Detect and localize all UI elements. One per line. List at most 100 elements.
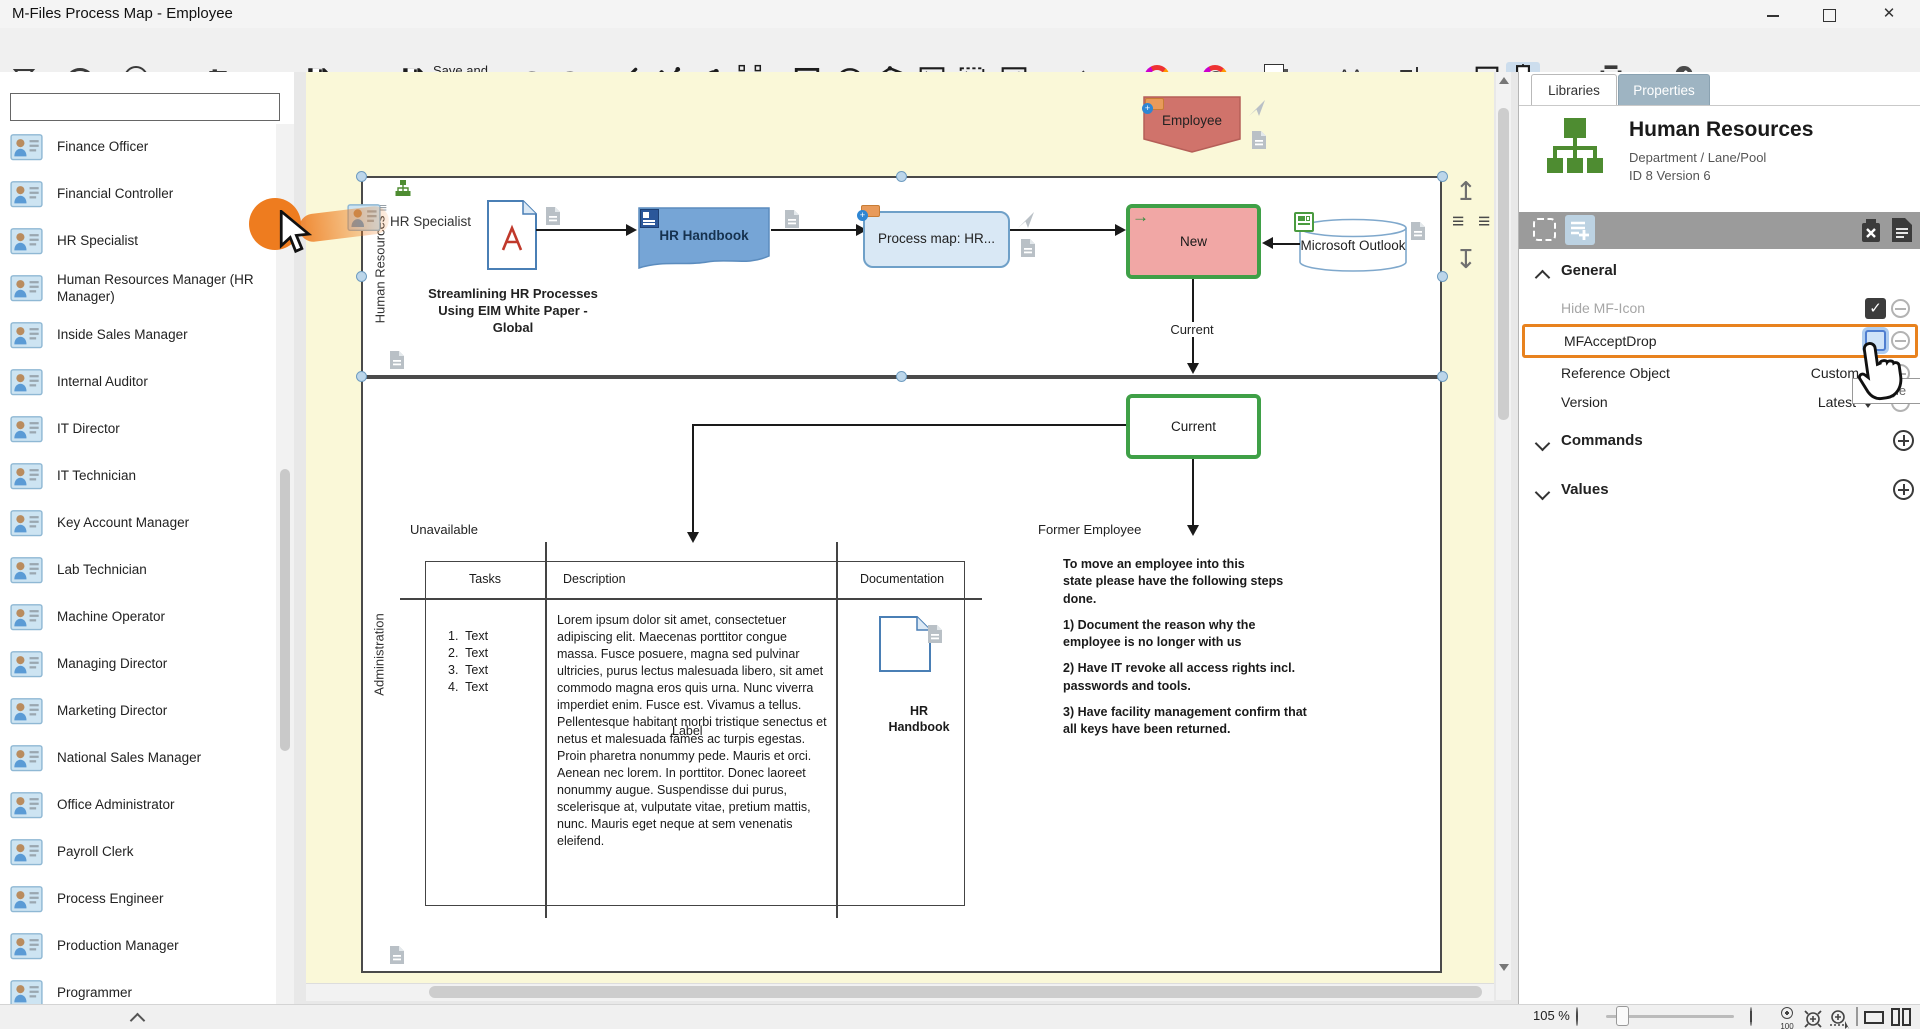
list-item[interactable]: Finance Officer bbox=[0, 124, 276, 171]
new-state-shape[interactable]: New → bbox=[1126, 204, 1261, 279]
document-indicator-icon[interactable] bbox=[1251, 130, 1267, 155]
single-page-view-icon[interactable] bbox=[1864, 1011, 1884, 1024]
expand-commands-icon[interactable] bbox=[1535, 436, 1551, 452]
hr-handbook-doc-shape[interactable] bbox=[879, 616, 931, 677]
scroll-down-icon[interactable] bbox=[1499, 964, 1509, 971]
align-top-icon[interactable]: ↥ bbox=[1455, 176, 1477, 207]
sidebar-scrollbar-thumb[interactable] bbox=[280, 469, 290, 751]
selection-handle[interactable] bbox=[896, 371, 907, 382]
list-item[interactable]: Process Engineer bbox=[0, 876, 276, 923]
canvas-vscrollbar[interactable] bbox=[1496, 72, 1511, 1000]
two-page-view-icon[interactable] bbox=[1891, 1008, 1911, 1029]
outlook-shape[interactable]: Microsoft Outlook bbox=[1298, 218, 1408, 277]
minimize-button[interactable] bbox=[1756, 6, 1790, 24]
word-doc-icon bbox=[640, 209, 659, 228]
role-list: Finance Officer Financial ControllerHR Sp… bbox=[0, 124, 276, 1004]
list-item[interactable]: Lab Technician bbox=[0, 547, 276, 594]
list-item[interactable]: Office Administrator bbox=[0, 782, 276, 829]
object-id-version: ID 8 Version 6 bbox=[1629, 168, 1711, 183]
status-bar: 105 % 100 bbox=[0, 1004, 1920, 1029]
selection-handle[interactable] bbox=[1437, 171, 1448, 182]
collapse-general-icon[interactable] bbox=[1535, 270, 1551, 286]
list-item[interactable]: Key Account Manager bbox=[0, 500, 276, 547]
list-item[interactable]: HR Specialist bbox=[0, 218, 276, 265]
add-command-button[interactable] bbox=[1893, 430, 1914, 451]
list-item[interactable]: Marketing Director bbox=[0, 688, 276, 735]
table-col-divider bbox=[545, 542, 547, 918]
tasks-list: 1. Text 2. Text 3. Text 4. Text bbox=[448, 628, 488, 696]
align-bottom-icon[interactable]: ↧ bbox=[1455, 244, 1477, 275]
selection-handle[interactable] bbox=[356, 171, 367, 182]
property-value-version[interactable]: Latest bbox=[1719, 394, 1856, 410]
role-label: Managing Director bbox=[57, 656, 167, 673]
goto-arrow-icon[interactable] bbox=[1247, 98, 1267, 123]
current-state-label: Current bbox=[1171, 419, 1216, 434]
current-state-shape[interactable]: Current bbox=[1126, 394, 1261, 459]
distribute-icon[interactable]: ≡ bbox=[1452, 210, 1464, 234]
role-label: Marketing Director bbox=[57, 703, 167, 720]
diagram-canvas[interactable]: Employee + Human Resources ≡ HR Speciali… bbox=[306, 72, 1494, 983]
list-item[interactable]: Internal Auditor bbox=[0, 359, 276, 406]
selection-handle[interactable] bbox=[356, 371, 367, 382]
document-indicator-icon[interactable] bbox=[389, 945, 405, 970]
zoom-in-button[interactable] bbox=[1750, 1007, 1752, 1026]
zoom-slider-thumb[interactable] bbox=[1616, 1006, 1629, 1026]
selection-handle[interactable] bbox=[1437, 371, 1448, 382]
remove-property-button[interactable] bbox=[1891, 299, 1910, 318]
list-item[interactable]: Financial Controller bbox=[0, 171, 276, 218]
select-region-icon[interactable] bbox=[1533, 218, 1556, 241]
distribute-icon[interactable]: ≡ bbox=[1478, 210, 1490, 234]
properties-panel: Libraries Properties Human Resources Dep… bbox=[1518, 72, 1920, 1004]
canvas-hscrollbar-thumb[interactable] bbox=[429, 986, 1482, 998]
tab-properties[interactable]: Properties bbox=[1618, 74, 1710, 105]
scroll-up-icon[interactable] bbox=[1499, 77, 1509, 84]
document-indicator-icon[interactable] bbox=[545, 206, 561, 231]
list-item[interactable]: Machine Operator bbox=[0, 594, 276, 641]
close-button[interactable]: ✕ bbox=[1872, 6, 1906, 24]
role-label: Process Engineer bbox=[57, 891, 164, 908]
list-item[interactable]: National Sales Manager bbox=[0, 735, 276, 782]
hr-handbook-shape[interactable]: HR Handbook bbox=[637, 206, 771, 281]
employee-shape[interactable]: Employee + bbox=[1143, 96, 1241, 153]
list-item[interactable]: Payroll Clerk bbox=[0, 829, 276, 876]
selection-handle[interactable] bbox=[356, 271, 367, 282]
selection-handle[interactable] bbox=[1437, 271, 1448, 282]
document-indicator-icon[interactable] bbox=[1020, 238, 1036, 263]
document-panel-icon[interactable] bbox=[1891, 217, 1913, 248]
property-value-reference-object[interactable]: Custom bbox=[1719, 365, 1859, 381]
list-item[interactable]: IT Technician bbox=[0, 453, 276, 500]
search-input[interactable] bbox=[10, 93, 280, 121]
zoom-100-button[interactable]: 100 bbox=[1776, 1006, 1798, 1029]
tab-libraries[interactable]: Libraries bbox=[1531, 74, 1617, 105]
document-indicator-icon[interactable] bbox=[1410, 221, 1426, 246]
add-value-button[interactable] bbox=[1893, 479, 1914, 500]
goto-arrow-icon[interactable] bbox=[1016, 210, 1036, 235]
property-label-hide-mf-icon: Hide MF-Icon bbox=[1561, 300, 1645, 316]
selection-handle[interactable] bbox=[896, 171, 907, 182]
checkbox-checked-icon[interactable]: ✓ bbox=[1865, 298, 1886, 319]
expand-panel-icon[interactable] bbox=[130, 1013, 146, 1029]
role-label: Payroll Clerk bbox=[57, 844, 134, 861]
pdf-document-shape[interactable] bbox=[487, 200, 537, 275]
canvas-vscrollbar-thumb[interactable] bbox=[1498, 108, 1509, 420]
role-card-icon bbox=[10, 181, 43, 207]
list-item[interactable]: Programmer bbox=[0, 970, 276, 1004]
department-icon bbox=[1547, 118, 1603, 179]
process-map-shape[interactable]: Process map: HR... + bbox=[863, 211, 1010, 268]
add-property-icon[interactable] bbox=[1565, 215, 1595, 245]
maximize-button[interactable] bbox=[1812, 6, 1846, 24]
list-item[interactable]: IT Director bbox=[0, 406, 276, 453]
document-indicator-icon[interactable] bbox=[389, 350, 405, 375]
role-label: Finance Officer bbox=[57, 139, 148, 156]
list-item[interactable]: Production Manager bbox=[0, 923, 276, 970]
delete-icon[interactable] bbox=[1859, 218, 1883, 249]
list-item[interactable]: Inside Sales Manager bbox=[0, 312, 276, 359]
document-indicator-icon[interactable] bbox=[927, 624, 943, 649]
list-item[interactable]: Managing Director bbox=[0, 641, 276, 688]
zoom-out-button[interactable] bbox=[1576, 1007, 1578, 1026]
canvas-hscrollbar[interactable] bbox=[306, 983, 1494, 1001]
zoom-selection-button[interactable] bbox=[1828, 1008, 1852, 1029]
list-item[interactable]: Human Resources Manager (HR Manager) bbox=[0, 265, 276, 312]
zoom-fit-button[interactable] bbox=[1802, 1008, 1824, 1029]
expand-values-icon[interactable] bbox=[1535, 485, 1551, 501]
